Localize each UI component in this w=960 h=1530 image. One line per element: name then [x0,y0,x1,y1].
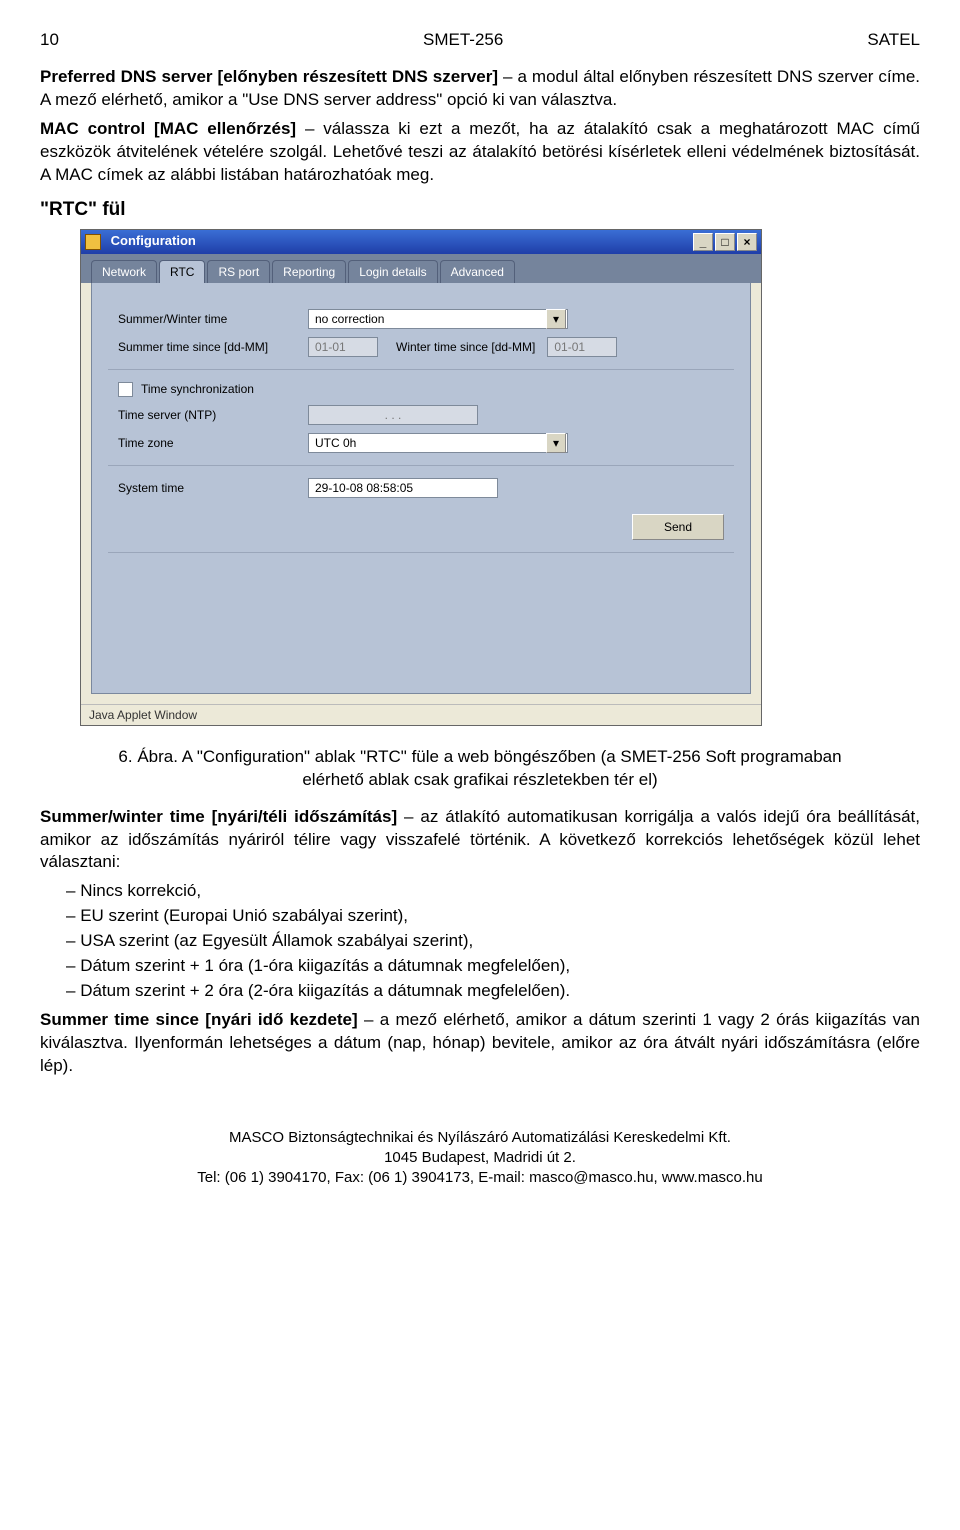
footer-line-1: MASCO Biztonságtechnikai és Nyílászáró A… [40,1128,920,1148]
timezone-value: UTC 0h [315,436,356,450]
tab-network[interactable]: Network [91,260,157,283]
label-timezone: Time zone [118,436,308,450]
summer-winter-select[interactable]: no correction ▾ [308,309,568,329]
empty-area [118,565,724,675]
list-item: USA szerint (az Egyesült Államok szabály… [66,930,920,953]
status-bar: Java Applet Window [81,704,761,725]
system-time-input[interactable]: 29-10-08 08:58:05 [308,478,498,498]
window-minimize-button[interactable]: _ [693,233,713,251]
window-title: Configuration [111,233,196,248]
tab-reporting[interactable]: Reporting [272,260,346,283]
intro-block: Preferred DNS server [előnyben részesíte… [40,66,920,187]
chevron-down-icon: ▾ [546,309,566,329]
list-item: Nincs korrekció, [66,880,920,903]
label-system-time: System time [118,481,308,495]
ntp-input: . . . [308,405,478,425]
section-heading: "RTC" fül [40,199,920,221]
list-item: Dátum szerint + 1 óra (1-óra kiigazítás … [66,955,920,978]
window-close-button[interactable]: × [737,233,757,251]
divider [108,465,734,466]
chevron-down-icon: ▾ [546,433,566,453]
timezone-select[interactable]: UTC 0h ▾ [308,433,568,453]
divider [108,369,734,370]
label-time-sync: Time synchronization [141,382,254,396]
after-block: Summer/winter time [nyári/téli időszámít… [40,806,920,1078]
list-item: Dátum szerint + 2 óra (2-óra kiigazítás … [66,980,920,1003]
footer-line-3: Tel: (06 1) 3904170, Fax: (06 1) 3904173… [40,1168,920,1188]
footer-line-2: 1045 Budapest, Madridi út 2. [40,1148,920,1168]
tab-rs-port[interactable]: RS port [207,260,270,283]
page-number: 10 [40,30,59,50]
tab-advanced[interactable]: Advanced [440,260,515,283]
tab-bar: Network RTC RS port Reporting Login deta… [81,254,761,283]
paragraph-summer-winter: Summer/winter time [nyári/téli időszámít… [40,806,920,875]
label-summer-since: Summer time since [dd-MM] [118,340,308,354]
page-title: SMET-256 [423,30,503,50]
tab-content: Summer/Winter time no correction ▾ Summe… [91,283,751,694]
summer-winter-value: no correction [315,312,384,326]
winter-since-input: 01-01 [547,337,617,357]
window-maximize-button[interactable]: □ [715,233,735,251]
page-header: 10 SMET-256 SATEL [40,30,920,50]
window-titlebar: Configuration _ □ × [81,230,761,254]
send-button[interactable]: Send [632,514,724,540]
summer-since-input: 01-01 [308,337,378,357]
tab-rtc[interactable]: RTC [159,260,205,283]
divider [108,552,734,553]
page-footer: MASCO Biztonságtechnikai és Nyílászáró A… [40,1128,920,1189]
label-summer-winter: Summer/Winter time [118,312,308,326]
paragraph-mac-control: MAC control [MAC ellenőrzés] – válassza … [40,118,920,187]
brand: SATEL [867,30,920,50]
tab-login-details[interactable]: Login details [348,260,437,283]
configuration-window: Configuration _ □ × Network RTC RS port … [80,229,762,726]
app-icon [85,234,101,250]
correction-list: Nincs korrekció, EU szerint (Europai Uni… [40,880,920,1003]
time-sync-checkbox[interactable] [118,382,133,397]
paragraph-preferred-dns: Preferred DNS server [előnyben részesíte… [40,66,920,112]
label-ntp: Time server (NTP) [118,408,308,422]
label-winter-since: Winter time since [dd-MM] [396,340,535,354]
list-item: EU szerint (Europai Unió szabályai szeri… [66,905,920,928]
paragraph-summer-since: Summer time since [nyári idő kezdete] – … [40,1009,920,1078]
figure-caption: 6. Ábra. A "Configuration" ablak "RTC" f… [100,746,860,792]
